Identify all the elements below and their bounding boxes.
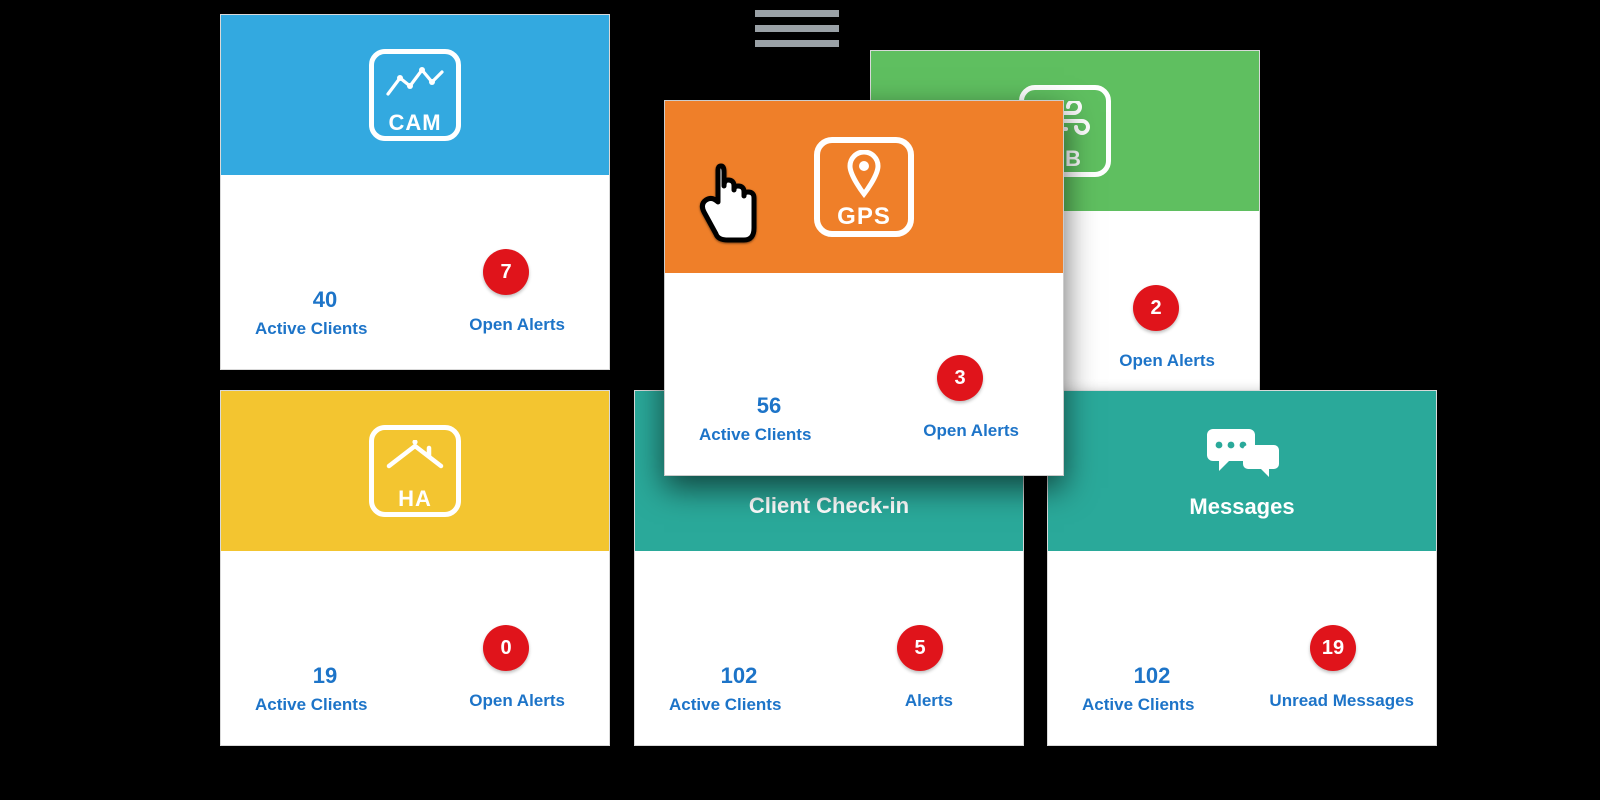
card-checkin-badge-label: Alerts xyxy=(905,691,953,711)
card-cam-header: CAM xyxy=(221,15,609,175)
chart-icon xyxy=(374,54,456,112)
card-gps[interactable]: GPS 56 Active Clients 3 Open Alerts xyxy=(664,100,1064,476)
card-cam-badge-label: Open Alerts xyxy=(469,315,565,335)
card-messages-active-count: 102 xyxy=(1082,663,1222,689)
card-gps-active-count: 56 xyxy=(699,393,839,419)
dashboard-stage: CAM 40 Active Clients 7 Open Alerts BB xyxy=(0,0,1600,800)
pointer-cursor-icon xyxy=(688,162,766,251)
pin-icon xyxy=(820,143,908,205)
card-ha-badge[interactable]: 0 xyxy=(483,625,529,671)
cam-iconbox: CAM xyxy=(369,49,461,141)
card-ha-code: HA xyxy=(398,488,432,510)
card-checkin-active-label: Active Clients xyxy=(669,695,781,715)
ha-iconbox: HA xyxy=(369,425,461,517)
card-cam[interactable]: CAM 40 Active Clients 7 Open Alerts xyxy=(220,14,610,370)
card-messages-badge[interactable]: 19 xyxy=(1310,625,1356,671)
card-cam-active-label: Active Clients xyxy=(255,319,367,339)
menu-icon[interactable] xyxy=(755,10,839,47)
card-messages-header: Messages xyxy=(1048,391,1436,551)
card-checkin-body: 102 Active Clients 5 Alerts xyxy=(635,551,1023,746)
gps-iconbox: GPS xyxy=(814,137,914,237)
card-checkin-active-count: 102 xyxy=(669,663,809,689)
card-messages[interactable]: Messages 102 Active Clients 19 Unread Me… xyxy=(1047,390,1437,746)
card-ha-active-count: 19 xyxy=(255,663,395,689)
card-gps-code: GPS xyxy=(837,205,891,229)
card-cam-active-count: 40 xyxy=(255,287,395,313)
card-cam-body: 40 Active Clients 7 Open Alerts xyxy=(221,175,609,370)
card-messages-body: 102 Active Clients 19 Unread Messages xyxy=(1048,551,1436,746)
card-gps-body: 56 Active Clients 3 Open Alerts xyxy=(665,273,1063,476)
card-messages-active-label: Active Clients xyxy=(1082,695,1194,715)
card-gps-active-label: Active Clients xyxy=(699,425,811,445)
card-messages-title: Messages xyxy=(1189,494,1294,520)
card-cam-code: CAM xyxy=(388,112,441,134)
card-cam-badge[interactable]: 7 xyxy=(483,249,529,295)
card-bb-badge-label: Open Alerts xyxy=(1119,351,1215,371)
chat-icon xyxy=(1199,423,1285,486)
card-ha[interactable]: HA 19 Active Clients 0 Open Alerts xyxy=(220,390,610,746)
card-bb-badge[interactable]: 2 xyxy=(1133,285,1179,331)
card-checkin-title: Client Check-in xyxy=(749,493,909,519)
house-icon xyxy=(374,430,456,488)
card-ha-body: 19 Active Clients 0 Open Alerts xyxy=(221,551,609,746)
card-ha-active-label: Active Clients xyxy=(255,695,367,715)
card-gps-badge-label: Open Alerts xyxy=(923,421,1019,441)
card-ha-header: HA xyxy=(221,391,609,551)
card-checkin-badge[interactable]: 5 xyxy=(897,625,943,671)
card-messages-badge-label: Unread Messages xyxy=(1269,691,1414,711)
card-ha-badge-label: Open Alerts xyxy=(469,691,565,711)
card-gps-badge[interactable]: 3 xyxy=(937,355,983,401)
